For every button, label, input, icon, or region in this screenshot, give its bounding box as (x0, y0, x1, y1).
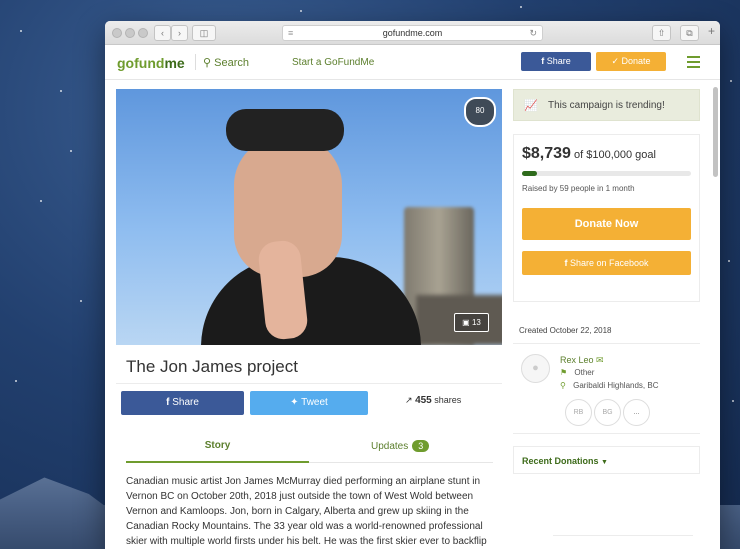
title-divider (116, 383, 502, 384)
organizer-category-text: Other (574, 368, 595, 377)
check-icon: ✓ (611, 56, 619, 66)
active-tab-indicator (126, 461, 309, 463)
share-facebook-label: Share on Facebook (569, 258, 649, 268)
sidebar-divider (513, 433, 700, 434)
progress-bar (522, 171, 691, 176)
facebook-icon: f (564, 258, 568, 268)
url-text: gofundme.com (382, 28, 443, 38)
photo-count-button[interactable]: ▣ 13 (454, 313, 489, 332)
browser-window: ‹ › ◫ ≡ gofundme.com ↻ ⇧ ⧉ + gofundme ⚲ … (105, 21, 720, 549)
start-gofundme-link[interactable]: Start a GoFundMe (292, 57, 374, 68)
shares-counter: ↗ 455 shares (405, 395, 461, 406)
organizer-name-text: Rex Leo (560, 355, 594, 365)
zoom-window-button[interactable] (138, 28, 148, 38)
heart-count: 80 (475, 106, 485, 115)
tweet-label: Tweet (301, 397, 328, 408)
campaign-photo[interactable]: 80 ▣ 13 (116, 89, 502, 345)
reader-icon[interactable]: ≡ (288, 26, 293, 40)
person-goggles (226, 109, 344, 151)
facebook-icon: f (541, 56, 545, 66)
raised-amount: $8,739 (522, 145, 571, 162)
shares-label: shares (434, 395, 462, 405)
logo-fund: fund (134, 55, 165, 71)
trending-arrow-icon: ↗ (405, 395, 413, 405)
address-bar[interactable]: ≡ gofundme.com ↻ (282, 25, 543, 41)
caret-down-icon: ▼ (601, 459, 608, 466)
header-donate-button[interactable]: ✓ Donate (596, 52, 666, 71)
envelope-icon[interactable]: ✉ (596, 355, 604, 365)
raised-summary: $8,739 of $100,000 goal (522, 145, 656, 163)
tab-updates[interactable]: Updates 3 (371, 440, 430, 452)
share-label: Share (172, 397, 199, 408)
trending-text: This campaign is trending! (548, 100, 665, 111)
header-divider (195, 54, 196, 70)
page-scrollbar[interactable] (713, 87, 718, 177)
forward-icon[interactable]: › (171, 25, 188, 41)
twitter-icon: ✦ (290, 397, 299, 408)
search-link[interactable]: ⚲ Search (203, 56, 249, 69)
search-icon: ⚲ (203, 57, 212, 69)
organizer-location-text: Garibaldi Highlands, BC (573, 381, 659, 390)
photo-count: 13 (471, 318, 481, 327)
share-on-facebook-button[interactable]: f Share on Facebook (522, 251, 691, 275)
gofundme-logo[interactable]: gofundme (117, 55, 185, 71)
facebook-icon: f (166, 397, 170, 408)
logo-me: me (164, 55, 185, 71)
trending-banner: 📈 This campaign is trending! (513, 89, 700, 121)
tabs-icon[interactable]: ⧉ (680, 25, 699, 41)
organizer-category: ⚑ Other (560, 368, 594, 377)
recent-donations-toggle[interactable]: Recent Donations ▼ (513, 446, 700, 474)
shares-count: 455 (415, 395, 432, 406)
donor-avatar[interactable]: BG (594, 399, 621, 426)
header-share-label: Share (546, 56, 571, 66)
organizer-avatar[interactable]: ● (521, 354, 550, 383)
minimize-window-button[interactable] (125, 28, 135, 38)
created-date: Created October 22, 2018 (519, 326, 612, 335)
chart-icon: 📈 (524, 100, 538, 112)
updates-count-badge: 3 (412, 440, 430, 452)
header-donate-label: Donate (621, 56, 651, 66)
campaign-title: The Jon James project (126, 357, 298, 376)
back-icon[interactable]: ‹ (154, 25, 171, 41)
story-text: Canadian music artist Jon James McMurray… (126, 476, 487, 547)
tag-icon: ⚑ (560, 368, 568, 377)
location-pin-icon: ⚲ (560, 381, 566, 390)
close-window-button[interactable] (112, 28, 122, 38)
logo-go: go (117, 55, 135, 71)
browser-titlebar: ‹ › ◫ ≡ gofundme.com ↻ ⇧ ⧉ + (105, 21, 720, 45)
recent-donations-label: Recent Donations (522, 456, 599, 466)
progress-fill (522, 171, 537, 176)
site-header: gofundme ⚲ Search Start a GoFundMe f Sha… (105, 45, 720, 80)
sidebar-icon[interactable]: ◫ (192, 25, 216, 41)
tab-updates-label: Updates (371, 441, 409, 452)
header-share-button[interactable]: f Share (521, 52, 591, 71)
donate-now-button[interactable]: Donate Now (522, 208, 691, 240)
search-label: Search (214, 57, 249, 69)
more-donors-button[interactable]: ... (623, 399, 650, 426)
tab-story[interactable]: Story (126, 440, 309, 451)
organizer-name[interactable]: Rex Leo ✉ (560, 355, 604, 366)
raised-by-text: Raised by 59 people in 1 month (522, 184, 635, 193)
heart-count-badge[interactable]: 80 (464, 97, 496, 127)
tweet-button[interactable]: ✦ Tweet (250, 391, 368, 415)
new-tab-icon[interactable]: + (708, 24, 715, 38)
camera-icon: ▣ (462, 318, 470, 327)
donor-avatar[interactable]: RB (565, 399, 592, 426)
goal-text: of $100,000 goal (574, 149, 656, 161)
organizer-location: ⚲ Garibaldi Highlands, BC (560, 381, 658, 390)
sidebar-divider (553, 535, 693, 536)
share-icon[interactable]: ⇧ (652, 25, 671, 41)
donation-card: $8,739 of $100,000 goal Raised by 59 peo… (513, 134, 700, 302)
menu-icon[interactable] (687, 56, 700, 71)
sidebar-divider (513, 343, 700, 344)
facebook-share-button[interactable]: f Share (121, 391, 244, 415)
reload-icon[interactable]: ↻ (529, 26, 537, 40)
